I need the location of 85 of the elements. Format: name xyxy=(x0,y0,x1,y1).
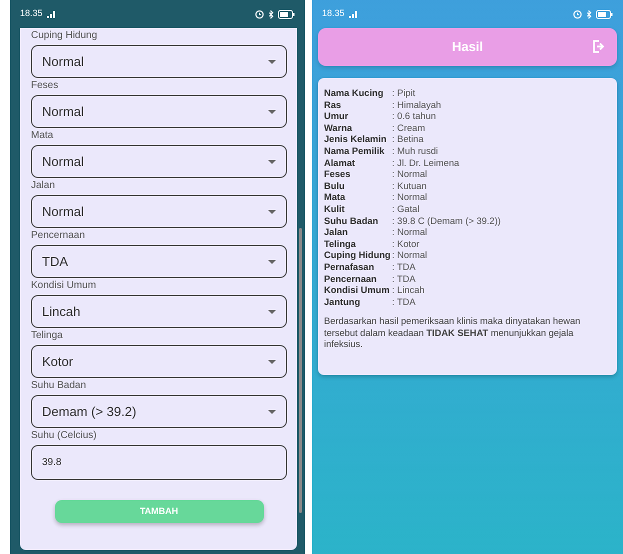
detail-value: : Normal xyxy=(392,169,428,181)
detail-value: : Pipit xyxy=(392,88,416,100)
logout-icon[interactable] xyxy=(592,40,605,53)
signal-icon xyxy=(348,10,357,18)
detail-label: Ras xyxy=(324,100,342,112)
input-field[interactable]: 39.8 xyxy=(31,445,287,480)
field-label: Jalan xyxy=(31,180,56,192)
dropdown-caret-icon xyxy=(268,160,276,164)
detail-value: : TDA xyxy=(392,296,416,308)
field-label: Mata xyxy=(31,130,54,142)
detail-value: : Normal xyxy=(392,192,428,204)
field-label: Suhu Badan xyxy=(31,380,88,392)
detail-label: Mata xyxy=(324,192,346,204)
field-label: Feses xyxy=(31,80,60,92)
dropdown-caret-icon xyxy=(268,60,276,64)
detail-label: Pencernaan xyxy=(324,274,378,286)
dropdown-field[interactable]: Lincah xyxy=(31,295,287,328)
bluetooth-icon xyxy=(268,10,274,18)
detail-value: : Normal xyxy=(392,227,428,239)
field-label: Telinga xyxy=(31,330,64,342)
field-label: Kondisi Umum xyxy=(31,280,98,292)
dropdown-value: Normal xyxy=(42,52,84,71)
dropdown-value: Demam (> 39.2) xyxy=(42,402,136,421)
dropdown-caret-icon xyxy=(268,310,276,314)
detail-label: Umur xyxy=(324,111,350,123)
detail-label: Pernafasan xyxy=(324,262,376,274)
detail-value: : Lincah xyxy=(392,285,425,297)
detail-label: Alamat xyxy=(324,158,356,170)
dropdown-field[interactable]: TDA xyxy=(31,245,287,278)
dropdown-caret-icon xyxy=(268,260,276,264)
dropdown-field[interactable]: Demam (> 39.2) xyxy=(31,395,287,428)
battery-icon xyxy=(278,10,295,18)
dropdown-field[interactable]: Normal xyxy=(31,45,287,78)
detail-label: Nama Kucing xyxy=(324,88,384,100)
battery-icon xyxy=(596,10,613,18)
bluetooth-icon xyxy=(586,10,592,18)
detail-label: Cuping Hidung xyxy=(324,250,392,262)
dropdown-field[interactable]: Normal xyxy=(31,145,287,178)
field-label: Cuping Hidung xyxy=(31,30,98,42)
dropdown-caret-icon xyxy=(268,410,276,414)
status-time: 18.35 xyxy=(322,7,345,20)
alarm-icon xyxy=(573,10,582,18)
dropdown-field[interactable]: Normal xyxy=(31,95,287,128)
detail-label: Feses xyxy=(324,169,352,181)
header-title: Hasil xyxy=(452,38,484,56)
dropdown-value: Normal xyxy=(42,152,84,171)
detail-value: : TDA xyxy=(392,262,416,274)
detail-value: : TDA xyxy=(392,274,416,286)
dropdown-value: TDA xyxy=(42,252,68,271)
detail-label: Kulit xyxy=(324,204,346,216)
dropdown-caret-icon xyxy=(268,210,276,214)
detail-value: : Himalayah xyxy=(392,100,442,112)
dropdown-value: Normal xyxy=(42,102,84,121)
dropdown-value: Kotor xyxy=(42,352,74,371)
status-time: 18.35 xyxy=(20,7,43,20)
detail-label: Jantung xyxy=(324,296,362,308)
dropdown-caret-icon xyxy=(268,360,276,364)
dropdown-caret-icon xyxy=(268,110,276,114)
detail-value: : Normal xyxy=(392,250,428,262)
dropdown-field[interactable]: Normal xyxy=(31,195,287,228)
detail-value: : Betina xyxy=(392,134,424,146)
detail-label: Jenis Kelamin xyxy=(324,134,388,146)
dropdown-value: Lincah xyxy=(42,302,80,321)
alarm-icon xyxy=(255,10,264,18)
conclusion-text: Berdasarkan hasil pemeriksaan klinis maka dinyatakan hewan tersebut dalam keadaan TIDAK SEHAT menunjukkan gejala infeksius. xyxy=(324,316,582,351)
signal-icon xyxy=(46,10,55,18)
detail-label: Telinga xyxy=(324,238,357,250)
dropdown-value: Normal xyxy=(42,202,84,221)
detail-label: Suhu Badan xyxy=(324,216,380,228)
detail-value: : Jl. Dr. Leimena xyxy=(392,158,460,170)
field-label: Suhu (Celcius) xyxy=(31,430,98,442)
detail-value: : Cream xyxy=(392,122,426,134)
field-label: Pencernaan xyxy=(31,230,86,242)
detail-label: Bulu xyxy=(324,180,346,192)
detail-value: : Kutuan xyxy=(392,180,427,192)
dropdown-field[interactable]: Kotor xyxy=(31,345,287,378)
detail-value: : Gatal xyxy=(392,204,420,216)
detail-value: : 39.8 C (Demam (> 39.2)) xyxy=(392,216,501,228)
detail-label: Jalan xyxy=(324,227,349,239)
detail-label: Warna xyxy=(324,122,354,134)
detail-label: Kondisi Umum xyxy=(324,285,391,297)
detail-label: Nama Pemilik xyxy=(324,146,386,158)
detail-value: : 0.6 tahun xyxy=(392,111,436,123)
detail-value: : Muh rusdi xyxy=(392,146,438,158)
detail-value: : Kotor xyxy=(392,238,420,250)
